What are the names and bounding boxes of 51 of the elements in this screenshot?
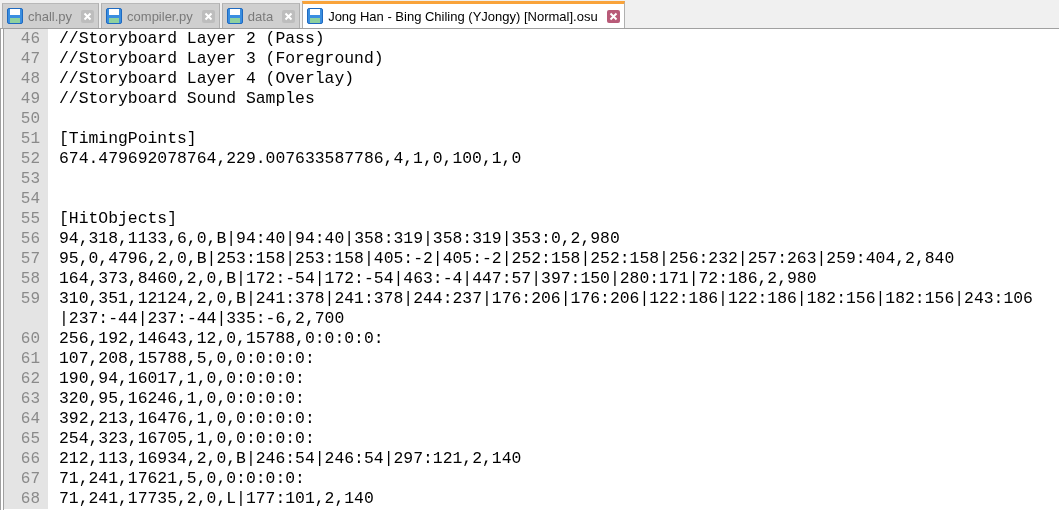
- code-line: 107,208,15788,5,0,0:0:0:0:: [59, 349, 315, 368]
- code-line: 392,213,16476,1,0,0:0:0:0:: [59, 409, 315, 428]
- close-icon[interactable]: [282, 9, 296, 23]
- file-tab[interactable]: data: [221, 3, 301, 28]
- code-line: 94,318,1133,6,0,B|94:40|94:40|358:319|358:319|353:0,2,980: [59, 229, 620, 248]
- line-number: 68: [19, 489, 41, 509]
- file-tab[interactable]: compiler.py: [101, 3, 220, 28]
- file-tab[interactable]: chall.py: [2, 3, 100, 28]
- line-number: 63: [19, 389, 41, 409]
- code-line: 256,192,14643,12,0,15788,0:0:0:0:: [59, 329, 384, 348]
- code-line: 310,351,12124,2,0,B|241:378|241:378|244:237|176:206|176:206|122:186|122:186|182:156|182:156|243:106|237:-44|237:-44|335:-6,2,700: [59, 289, 1033, 328]
- line-number: 49: [19, 89, 41, 109]
- line-number: 55: [19, 209, 41, 229]
- line-number: 59: [19, 289, 41, 309]
- line-number: 57: [19, 249, 41, 269]
- line-number: 50: [19, 109, 41, 129]
- close-icon[interactable]: [606, 9, 620, 23]
- code-line: //Storyboard Layer 3 (Foreground): [59, 49, 384, 68]
- close-icon[interactable]: [81, 9, 95, 23]
- line-number: 46: [19, 29, 41, 49]
- code-line: 190,94,16017,1,0,0:0:0:0:: [59, 369, 305, 388]
- line-number: 62: [19, 369, 41, 389]
- code-line: //Storyboard Layer 4 (Overlay): [59, 69, 355, 88]
- line-number: 58: [19, 269, 41, 289]
- code-line: [HitObjects]: [59, 209, 178, 228]
- code-line: 320,95,16246,1,0,0:0:0:0:: [59, 389, 305, 408]
- line-number: 65: [19, 429, 41, 449]
- line-number: 54: [19, 189, 41, 209]
- code-line: 71,241,17621,5,0,0:0:0:0:: [59, 469, 305, 488]
- line-number: 51: [19, 129, 41, 149]
- file-tab[interactable]: Jong Han - Bing Chiling (YJongy) [Normal].osu: [302, 1, 625, 28]
- line-number: 64: [19, 409, 41, 429]
- code-line: 164,373,8460,2,0,B|172:-54|172:-54|463:-4|447:57|397:150|280:171|72:186,2,980: [59, 269, 817, 288]
- close-icon[interactable]: [201, 9, 215, 23]
- line-number: 61: [19, 349, 41, 369]
- line-number: 48: [19, 69, 41, 89]
- code-line: //Storyboard Sound Samples: [59, 89, 315, 108]
- code-line: [TimingPoints]: [59, 129, 197, 148]
- line-number: 66: [19, 449, 41, 469]
- code-line: 254,323,16705,1,0,0:0:0:0:: [59, 429, 315, 448]
- line-number: 60: [19, 329, 41, 349]
- code-line: 71,241,17735,2,0,L|177:101,2,140: [59, 489, 374, 508]
- code-line: 95,0,4796,2,0,B|253:158|253:158|405:-2|405:-2|252:158|252:158|256:232|257:263|259:404,2,840: [59, 249, 955, 268]
- line-number: 47: [19, 49, 41, 69]
- code-line: 212,113,16934,2,0,B|246:54|246:54|297:121,2,140: [59, 449, 522, 468]
- code-line: 674.479692078764,229.007633587786,4,1,0,100,1,0: [59, 149, 522, 168]
- line-number: 53: [19, 169, 41, 189]
- code-line: //Storyboard Layer 2 (Pass): [59, 29, 325, 48]
- line-number: 52: [19, 149, 41, 169]
- line-number: 56: [19, 229, 41, 249]
- line-number: 67: [19, 469, 41, 489]
